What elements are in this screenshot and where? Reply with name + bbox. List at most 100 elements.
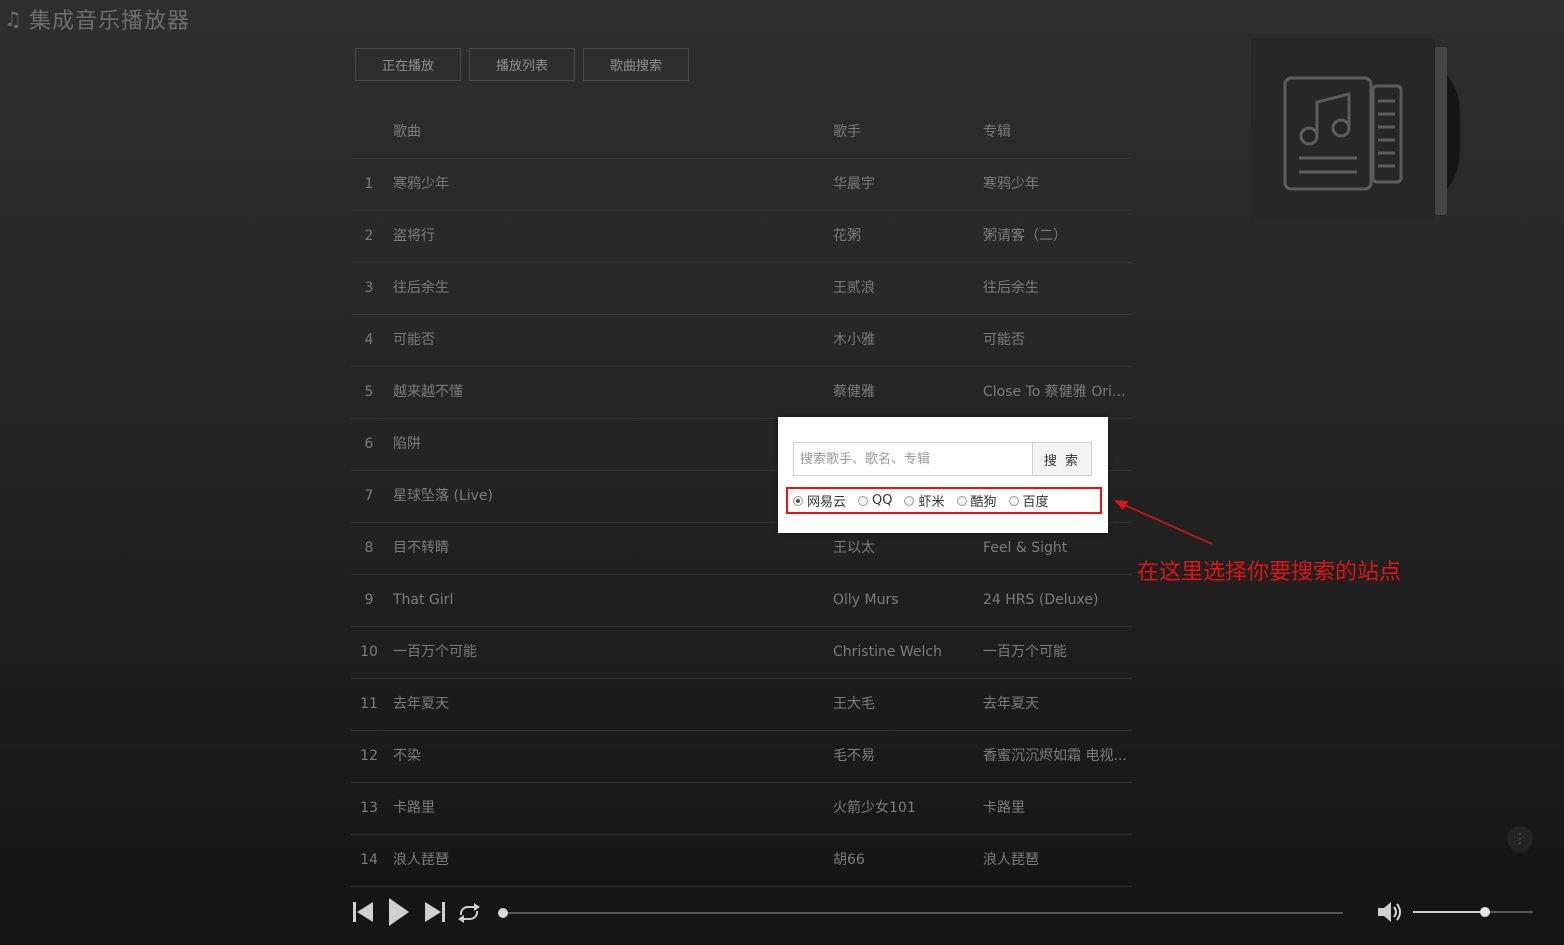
album-name: 寒鸦少年 xyxy=(983,176,1039,192)
song-title: 盗将行 xyxy=(393,228,435,244)
table-header: 歌曲 歌手 专辑 xyxy=(351,107,1132,159)
header-album: 专辑 xyxy=(983,124,1011,140)
search-input[interactable] xyxy=(793,442,1032,476)
row-number: 13 xyxy=(360,800,378,816)
radio-button[interactable] xyxy=(956,495,967,506)
row-number: 10 xyxy=(360,644,378,660)
search-site-selector: 网易云 QQ 虾米 酷狗 百度 xyxy=(786,487,1102,514)
row-number: 3 xyxy=(364,280,374,296)
annotation-arrow-icon xyxy=(1114,500,1213,545)
album-name: 去年夏天 xyxy=(983,696,1039,712)
player-bar xyxy=(0,890,1564,935)
header-artist: 歌手 xyxy=(833,124,861,140)
table-row[interactable]: 14 浪人琵琶 胡66 浪人琵琶 xyxy=(351,835,1132,887)
site-label: 百度 xyxy=(1022,495,1049,510)
previous-icon[interactable] xyxy=(352,900,374,924)
header-song: 歌曲 xyxy=(393,124,421,140)
radio-button[interactable] xyxy=(1008,495,1019,506)
table-row[interactable]: 3 往后余生 王贰浪 往后余生 xyxy=(351,263,1132,315)
album-name: 粥请客（二） xyxy=(983,228,1067,244)
tab-now-playing[interactable]: 正在播放 xyxy=(355,48,461,81)
song-title: 浪人琵琶 xyxy=(393,852,449,868)
table-row[interactable]: 2 盗将行 花粥 粥请客（二） xyxy=(351,211,1132,263)
song-title: 去年夏天 xyxy=(393,696,449,712)
volume-knob[interactable] xyxy=(1480,907,1490,917)
app-title-text: 集成音乐播放器 xyxy=(28,9,190,34)
row-number: 9 xyxy=(364,592,374,608)
radio-button[interactable] xyxy=(793,495,803,506)
tab-bar: 正在播放 播放列表 歌曲搜索 xyxy=(355,48,689,81)
artist-name: 胡66 xyxy=(833,852,865,868)
artist-name: 华晨宇 xyxy=(833,176,875,192)
site-label: 酷狗 xyxy=(970,495,997,510)
volume-icon[interactable] xyxy=(1377,901,1403,923)
album-name: Close To 蔡健雅 Origi... xyxy=(983,384,1132,400)
site-label: 虾米 xyxy=(918,495,945,510)
artist-name: 木小雅 xyxy=(833,332,875,348)
song-title: 一百万个可能 xyxy=(393,644,477,660)
artist-name: 火箭少女101 xyxy=(833,800,916,816)
album-name: 可能否 xyxy=(983,332,1025,348)
row-number: 7 xyxy=(364,488,374,504)
album-name: 一百万个可能 xyxy=(983,644,1067,660)
app-title: ♫ 集成音乐播放器 xyxy=(4,3,190,35)
table-row[interactable]: 13 卡路里 火箭少女101 卡路里 xyxy=(351,783,1132,835)
song-title: 往后余生 xyxy=(393,280,449,296)
table-row[interactable]: 12 不染 毛不易 香蜜沉沉烬如霜 电视... xyxy=(351,731,1132,783)
search-dialog: 搜 索 网易云 QQ 虾米 酷狗 百度 xyxy=(778,417,1108,533)
row-number: 14 xyxy=(360,852,378,868)
progress-knob[interactable] xyxy=(498,908,508,918)
album-name: 香蜜沉沉烬如霜 电视... xyxy=(983,748,1127,764)
site-label: 网易云 xyxy=(807,495,847,510)
album-name: 24 HRS (Deluxe) xyxy=(983,592,1099,608)
radio-button[interactable] xyxy=(858,495,869,506)
song-title: 可能否 xyxy=(393,332,435,348)
site-option-xiami[interactable]: 虾米 xyxy=(904,491,945,510)
song-title: 不染 xyxy=(393,748,421,764)
tab-song-search[interactable]: 歌曲搜索 xyxy=(583,48,689,81)
song-title: 寒鸦少年 xyxy=(393,176,449,192)
annotation-text: 在这里选择你要搜索的站点 xyxy=(1137,560,1402,585)
volume-fill xyxy=(1413,911,1485,913)
album-placeholder-icon xyxy=(1283,76,1405,196)
row-number: 6 xyxy=(364,436,374,452)
song-title: 陷阱 xyxy=(393,436,421,452)
album-side-bar xyxy=(1435,47,1447,215)
table-row[interactable]: 10 一百万个可能 Christine Welch 一百万个可能 xyxy=(351,627,1132,679)
site-option-qq[interactable]: QQ xyxy=(858,493,892,508)
artist-name: Olly Murs xyxy=(833,592,899,608)
row-number: 5 xyxy=(364,384,374,400)
row-number: 2 xyxy=(364,228,374,244)
row-number: 4 xyxy=(364,332,374,348)
song-title: 星球坠落 (Live) xyxy=(393,488,493,504)
site-label: QQ xyxy=(872,493,893,508)
artist-name: 蔡健雅 xyxy=(833,384,875,400)
album-name: 浪人琵琶 xyxy=(983,852,1039,868)
table-row[interactable]: 4 可能否 木小雅 可能否 xyxy=(351,315,1132,367)
table-row[interactable]: 9 That Girl Olly Murs 24 HRS (Deluxe) xyxy=(351,575,1132,627)
album-name: 卡路里 xyxy=(983,800,1025,816)
site-option-kugou[interactable]: 酷狗 xyxy=(956,491,997,510)
next-icon[interactable] xyxy=(424,900,446,924)
row-number: 11 xyxy=(360,696,378,712)
more-options-icon[interactable]: ⋮ xyxy=(1507,826,1533,852)
table-row[interactable]: 1 寒鸦少年 华晨宇 寒鸦少年 xyxy=(351,159,1132,211)
radio-button[interactable] xyxy=(904,495,915,506)
repeat-icon[interactable] xyxy=(457,903,481,923)
search-button[interactable]: 搜 索 xyxy=(1032,442,1092,476)
play-icon[interactable] xyxy=(388,897,410,927)
artist-name: 毛不易 xyxy=(833,748,875,764)
album-name: 往后余生 xyxy=(983,280,1039,296)
site-option-netease[interactable]: 网易云 xyxy=(793,491,846,510)
site-option-baidu[interactable]: 百度 xyxy=(1008,491,1049,510)
artist-name: 王贰浪 xyxy=(833,280,875,296)
progress-track[interactable] xyxy=(503,912,1343,914)
table-row[interactable]: 5 越来越不懂 蔡健雅 Close To 蔡健雅 Origi... xyxy=(351,367,1132,419)
row-number: 1 xyxy=(364,176,374,192)
table-row[interactable]: 11 去年夏天 王大毛 去年夏天 xyxy=(351,679,1132,731)
artist-name: Christine Welch xyxy=(833,644,942,660)
song-title: That Girl xyxy=(393,592,454,608)
song-title: 卡路里 xyxy=(393,800,435,816)
artist-name: 花粥 xyxy=(833,228,861,244)
tab-playlist[interactable]: 播放列表 xyxy=(469,48,575,81)
